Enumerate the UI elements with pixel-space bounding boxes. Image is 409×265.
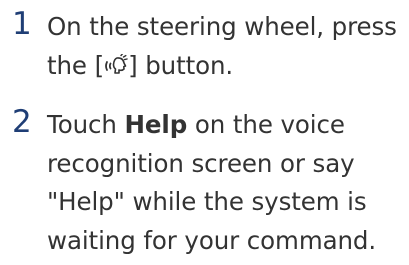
- step-text-end: ] button.: [128, 50, 234, 80]
- step-text: On the steering wheel, press the [ ] but…: [47, 8, 409, 85]
- step-number: 1: [12, 6, 32, 42]
- step-text-start: Touch: [47, 110, 125, 139]
- voice-recognition-icon: [104, 47, 128, 86]
- step-text: Touch Help on the voice recognition scre…: [47, 106, 409, 260]
- help-keyword: Help: [124, 110, 188, 139]
- step-number: 2: [12, 104, 32, 140]
